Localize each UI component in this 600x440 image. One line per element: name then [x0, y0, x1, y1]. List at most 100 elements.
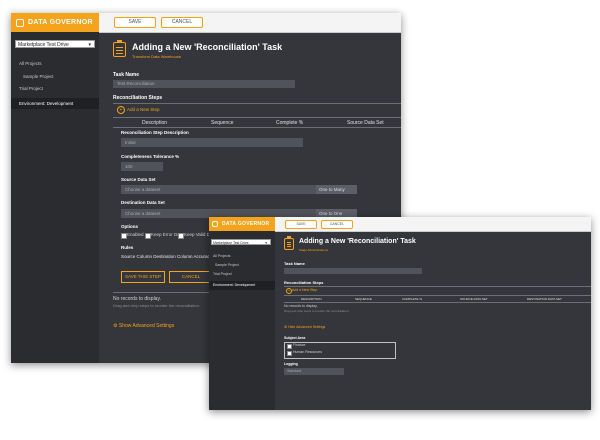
source-relation-select[interactable]: One to Many [316, 185, 357, 194]
page-subtitle: Stage Administrations [299, 248, 329, 252]
column-header[interactable]: COMPLETE % [402, 297, 422, 301]
options-label: Options [121, 224, 138, 229]
rules-label: Rules [121, 245, 134, 250]
divider [284, 286, 591, 287]
human-resources-label: Human Resources [293, 350, 322, 354]
drag-hint-text: Drag and drop steps to reorder the recon… [284, 309, 350, 313]
page-title: Adding a New 'Reconciliation' Task [299, 238, 416, 245]
sidebar-item-label: Sample Project [215, 263, 239, 267]
project-select[interactable]: Marketplace Test Drive ▾ [211, 239, 271, 245]
save-step-button[interactable]: SAVE THIS STEP [121, 271, 165, 283]
tolerance-label: Completeness Tolerance % [121, 154, 180, 159]
app-name: DATA GOVERNOR [222, 221, 270, 227]
column-header[interactable]: SEQUENCE [355, 297, 372, 301]
chevron-down-icon: ▾ [88, 42, 91, 48]
database-icon [16, 18, 24, 27]
finance-checkbox[interactable] [287, 344, 292, 349]
column-header[interactable]: SOURCE DATA SET [460, 297, 488, 301]
divider [113, 103, 401, 104]
steps-label: Reconciliation Steps [113, 95, 163, 101]
tolerance-input[interactable]: 100 [121, 162, 163, 171]
sidebar-item-label: Environment: Development [213, 283, 256, 287]
column-header[interactable]: Sequence [211, 120, 234, 126]
cancel-step-button[interactable]: CANCEL [169, 271, 213, 283]
plus-icon[interactable]: + [117, 106, 125, 114]
cancel-button[interactable]: CANCEL [161, 17, 203, 28]
human-resources-checkbox[interactable] [287, 351, 292, 356]
sidebar-item-environment[interactable]: Environment: Development [11, 98, 99, 109]
sidebar-item-environment[interactable]: Environment: Development [209, 281, 275, 290]
source-dataset-label: Source Data Set [121, 177, 156, 182]
page-title: Adding a New 'Reconciliation' Task [132, 42, 283, 52]
gear-icon: ⚙ [113, 323, 118, 329]
no-records-text: No records to display. [284, 304, 318, 308]
destination-dataset-placeholder: Choose a dataset [125, 211, 161, 216]
drag-hint-text: Drag and drop steps to reorder the recon… [113, 303, 200, 308]
keep-valid-data-label: Keep Valid D [184, 232, 210, 237]
task-name-label: Task Name [284, 261, 305, 266]
logging-label: Logging [284, 362, 298, 366]
step-description-input[interactable]: Initial [121, 138, 303, 147]
destination-dataset-label: Destination Data Set [121, 200, 165, 205]
sidebar-item-sample-project[interactable]: Sample Project [11, 74, 99, 82]
column-header[interactable]: DESTINATION DATA SET [527, 297, 562, 301]
sidebar-item-label: Environment: Development [19, 101, 74, 106]
project-select-value: Marketplace Test Drive [213, 241, 249, 245]
divider [113, 127, 401, 128]
source-dataset-select[interactable]: Choose a dataset One to Many [121, 185, 357, 194]
advanced-settings-label: Hide Advanced Settings [288, 325, 326, 329]
divider [113, 117, 401, 118]
sidebar-item-trial-project[interactable]: Trial Project [11, 86, 99, 94]
sidebar-item-trial-project[interactable]: Trial Project [209, 272, 275, 278]
page-subtitle: Transform Data Warehouse [132, 54, 182, 59]
column-header[interactable]: Description [142, 120, 167, 126]
sidebar: DATA GOVERNOR Marketplace Test Drive ▾ A… [11, 13, 99, 363]
column-header[interactable]: DESCRIPTION [301, 297, 322, 301]
top-toolbar: SAVE CANCEL [275, 217, 591, 232]
logging-select[interactable]: Standard [284, 368, 344, 375]
sidebar: DATA GOVERNOR Marketplace Test Drive ▾ A… [209, 217, 275, 410]
sidebar-item-all-projects[interactable]: All Projects [11, 61, 99, 69]
chevron-down-icon: ▾ [265, 241, 267, 245]
app-name: DATA GOVERNOR [28, 19, 93, 26]
database-icon [212, 221, 218, 227]
task-name-input[interactable]: Test Reconciliation [113, 80, 295, 88]
clipboard-icon [113, 40, 126, 57]
subject-area-label: Subject Area [284, 336, 306, 340]
save-button[interactable]: SAVE [285, 220, 317, 229]
steps-label: Reconciliation Steps [284, 280, 324, 285]
advanced-settings-toggle[interactable]: ⚙ Show Advanced Settings [113, 323, 174, 329]
column-header[interactable]: Complete % [276, 120, 303, 126]
sidebar-item-label: All Projects [213, 254, 231, 258]
save-button[interactable]: SAVE [114, 17, 156, 28]
divider [284, 295, 591, 296]
enabled-label: Enabled [127, 232, 144, 237]
divider [284, 302, 591, 303]
advanced-settings-toggle[interactable]: ⚙ Hide Advanced Settings [284, 325, 325, 329]
task-name-label: Task Name [113, 72, 140, 78]
project-select[interactable]: Marketplace Test Drive ▾ [15, 40, 95, 48]
add-step-link[interactable]: Add a New Step [127, 107, 160, 112]
task-name-input[interactable] [284, 268, 422, 274]
top-toolbar: SAVE CANCEL [99, 13, 401, 33]
app-logo: DATA GOVERNOR [209, 217, 275, 231]
overlay-window: DATA GOVERNOR Marketplace Test Drive ▾ A… [209, 217, 591, 410]
add-step-link[interactable]: Add a New Step [292, 288, 317, 292]
rules-columns: Source Column Destination Column Accurac… [121, 254, 213, 259]
advanced-settings-label: Show Advanced Settings [118, 323, 175, 329]
project-select-value: Marketplace Test Drive [18, 42, 69, 48]
sidebar-item-label: Trial Project [213, 272, 232, 276]
gear-icon: ⚙ [284, 325, 288, 329]
clipboard-icon [284, 236, 294, 250]
step-description-label: Reconciliation Step Description [121, 130, 189, 135]
sidebar-item-sample-project[interactable]: Sample Project [209, 263, 275, 269]
source-dataset-placeholder: Choose a dataset [125, 187, 161, 192]
finance-label: Finance [293, 343, 306, 347]
no-records-text: No records to display. [113, 296, 161, 302]
cancel-button[interactable]: CANCEL [321, 220, 353, 229]
column-header[interactable]: Source Data Set [347, 120, 384, 126]
sidebar-item-label: All Projects [19, 61, 42, 66]
sidebar-item-label: Sample Project [23, 74, 54, 79]
sidebar-item-label: Trial Project [19, 86, 43, 91]
sidebar-item-all-projects[interactable]: All Projects [209, 254, 275, 260]
